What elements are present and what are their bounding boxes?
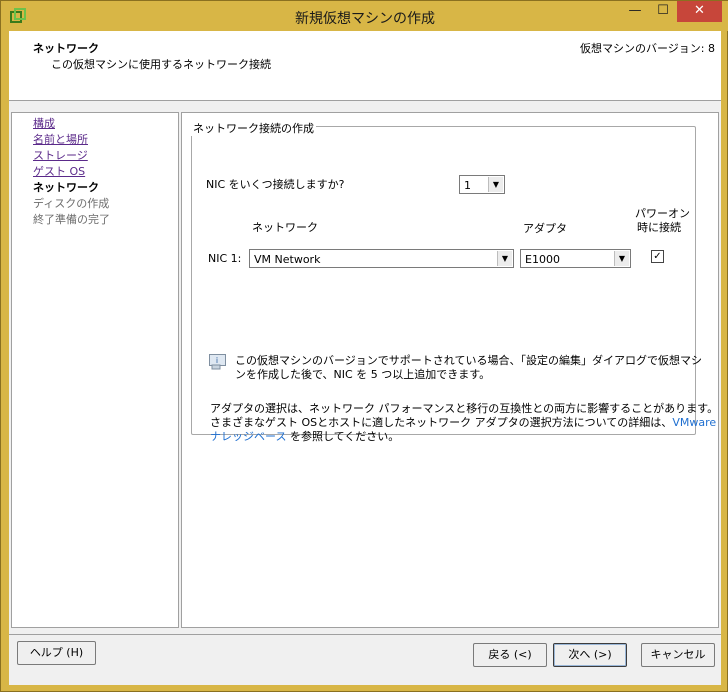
- maximize-button[interactable]: ☐: [649, 1, 677, 22]
- adapter-note-tail: を参照してください。: [286, 430, 400, 443]
- cancel-button[interactable]: キャンセル: [641, 643, 715, 667]
- chevron-down-icon[interactable]: ▼: [488, 177, 503, 192]
- nic-count-select[interactable]: 1 ▼: [459, 175, 505, 194]
- step-create-disk: ディスクの作成: [33, 197, 110, 210]
- close-button[interactable]: ✕: [677, 1, 722, 22]
- main-panel: ネットワーク接続の作成 NIC をいくつ接続しますか? 1 ▼ ネットワーク ア…: [181, 112, 719, 628]
- knowledge-base-link[interactable]: ナレッジベース: [210, 430, 286, 443]
- page-title: ネットワーク: [33, 42, 99, 55]
- adapter-note-line-1: アダプタの選択は、ネットワーク パフォーマンスと移行の互換性との両方に影響するこ…: [210, 402, 719, 415]
- svg-text:i: i: [216, 356, 218, 365]
- step-ready-to-complete: 終了準備の完了: [33, 213, 110, 226]
- nic-1-network-select[interactable]: VM Network ▼: [249, 249, 514, 268]
- step-configuration[interactable]: 構成: [33, 115, 55, 131]
- page-subtitle: この仮想マシンに使用するネットワーク接続: [51, 58, 271, 71]
- chevron-down-icon[interactable]: ▼: [497, 251, 512, 266]
- adapter-note-text: さまざまなゲスト OSとホストに適したネットワーク アダプタの選択方法についての…: [210, 416, 673, 429]
- column-power-on-line2: 時に接続: [637, 221, 681, 234]
- footer-divider: [9, 634, 721, 635]
- window-title: 新規仮想マシンの作成: [295, 11, 435, 27]
- chevron-down-icon[interactable]: ▼: [614, 251, 629, 266]
- nic-1-adapter-value: E1000: [525, 253, 560, 266]
- step-guest-os[interactable]: ゲスト OS: [33, 163, 85, 179]
- nic-1-label: NIC 1:: [208, 252, 242, 265]
- step-network: ネットワーク: [33, 181, 99, 194]
- step-name-location[interactable]: 名前と場所: [33, 131, 88, 147]
- column-network: ネットワーク: [252, 221, 318, 234]
- info-line-1: この仮想マシンのバージョンでサポートされている場合、「設定の編集」ダイアログで仮…: [235, 354, 702, 367]
- title-bar[interactable]: 新規仮想マシンの作成 — ☐ ✕: [1, 1, 728, 31]
- help-button[interactable]: ヘルプ (H): [17, 641, 96, 665]
- dialog-client: ネットワーク この仮想マシンに使用するネットワーク接続 仮想マシンのバージョン:…: [9, 31, 721, 685]
- info-icon: i: [209, 354, 226, 370]
- dialog-window: 新規仮想マシンの作成 — ☐ ✕ ネットワーク この仮想マシンに使用するネットワ…: [0, 0, 728, 692]
- next-button[interactable]: 次へ (>): [553, 643, 627, 667]
- network-connection-group: [191, 126, 696, 435]
- adapter-note-line-2: さまざまなゲスト OSとホストに適したネットワーク アダプタの選択方法についての…: [210, 416, 716, 430]
- back-button[interactable]: 戻る (<): [473, 643, 547, 667]
- group-title: ネットワーク接続の作成: [191, 120, 316, 136]
- minimize-button[interactable]: —: [621, 1, 649, 22]
- adapter-note-line-3: ナレッジベース を参照してください。: [210, 430, 399, 444]
- nic-1-adapter-select[interactable]: E1000 ▼: [520, 249, 631, 268]
- info-line-2: ンを作成した後で、NIC を 5 つ以上追加できます。: [235, 368, 491, 381]
- vm-version-label: 仮想マシンのバージョン: 8: [580, 42, 715, 55]
- nic-1-network-value: VM Network: [254, 253, 321, 266]
- column-adapter: アダプタ: [523, 222, 567, 235]
- nic-count-value: 1: [464, 179, 471, 192]
- wizard-header: ネットワーク この仮想マシンに使用するネットワーク接続 仮想マシンのバージョン:…: [9, 31, 721, 101]
- nic-count-question: NIC をいくつ接続しますか?: [206, 178, 345, 191]
- nic-1-connect-at-power-on-checkbox[interactable]: ✓: [651, 250, 664, 263]
- wizard-steps-sidebar: 構成 名前と場所 ストレージ ゲスト OS ネットワーク ディスクの作成 終了準…: [11, 112, 179, 628]
- vmware-link[interactable]: VMware: [672, 416, 716, 429]
- step-storage[interactable]: ストレージ: [33, 147, 88, 163]
